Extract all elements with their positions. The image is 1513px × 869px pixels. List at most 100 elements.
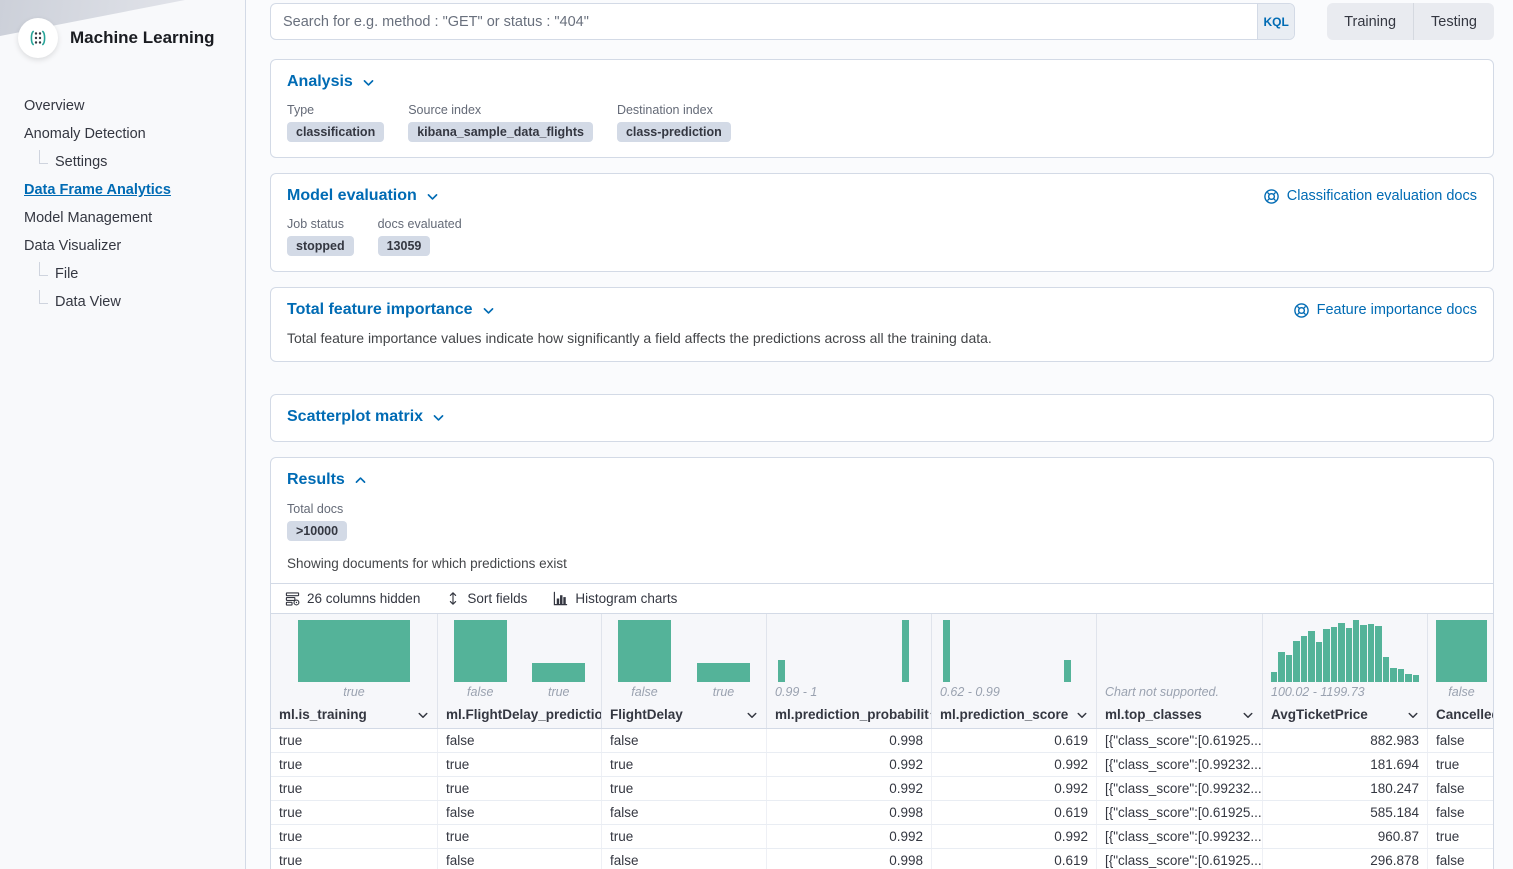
grid-column-ml-top-classes: Chart not supported.ml.top_classes — [1097, 614, 1263, 728]
cell-ml-top-classes[interactable]: [{"class_score":[0.99232... — [1097, 753, 1263, 776]
column-header-ml-prediction-score[interactable]: ml.prediction_score — [932, 701, 1096, 728]
sidebar-item-data-visualizer[interactable]: Data Visualizer — [24, 232, 245, 260]
sidebar-item-label: Data Frame Analytics — [24, 182, 171, 198]
scatterplot-matrix-title: Scatterplot matrix — [287, 408, 423, 426]
cell-avgticketprice[interactable]: 181.694 — [1263, 753, 1428, 776]
columns-hidden-label: 26 columns hidden — [307, 591, 420, 606]
sidebar-item-file[interactable]: File — [24, 260, 245, 288]
cell-cancelled[interactable]: true — [1428, 753, 1493, 776]
column-header-ml-flightdelay-predictio[interactable]: ml.FlightDelay_predictio — [438, 701, 601, 728]
column-header-ml-is-training[interactable]: ml.is_training — [271, 701, 437, 728]
column-header-flightdelay[interactable]: FlightDelay — [602, 701, 766, 728]
cell-ml-prediction-score[interactable]: 0.992 — [932, 825, 1097, 848]
cell-flightdelay[interactable]: true — [602, 777, 767, 800]
cell-ml-prediction-score[interactable]: 0.992 — [932, 753, 1097, 776]
results-data-grid: trueml.is_trainingfalsetrueml.FlightDela… — [271, 613, 1493, 869]
testing-button[interactable]: Testing — [1413, 3, 1494, 40]
table-row: truefalsefalse0.9980.619[{"class_score":… — [271, 729, 1493, 753]
sort-fields-button[interactable]: Sort fields — [446, 591, 527, 606]
column-header-ml-top-classes[interactable]: ml.top_classes — [1097, 701, 1262, 728]
cell-ml-flightdelay-predictio[interactable]: false — [438, 849, 602, 869]
cell-cancelled[interactable]: false — [1428, 777, 1493, 800]
cell-ml-top-classes[interactable]: [{"class_score":[0.61925... — [1097, 801, 1263, 824]
sidebar-item-data-view[interactable]: Data View — [24, 288, 245, 316]
cell-flightdelay[interactable]: false — [602, 729, 767, 752]
total-docs-label: Total docs — [287, 502, 1477, 516]
field-job-status: Job statusstopped — [287, 217, 354, 256]
column-histogram-label: 0.99 - 1 — [767, 682, 931, 701]
cell-ml-is-training[interactable]: true — [271, 801, 438, 824]
cell-cancelled[interactable]: false — [1428, 729, 1493, 752]
cell-ml-top-classes[interactable]: [{"class_score":[0.99232... — [1097, 777, 1263, 800]
histogram-charts-label: Histogram charts — [575, 591, 677, 606]
field-docs-evaluated: docs evaluated13059 — [378, 217, 462, 256]
cell-ml-prediction-probabilit[interactable]: 0.998 — [767, 849, 932, 869]
cell-ml-flightdelay-predictio[interactable]: false — [438, 729, 602, 752]
cell-ml-is-training[interactable]: true — [271, 825, 438, 848]
cell-ml-prediction-probabilit[interactable]: 0.992 — [767, 777, 932, 800]
analysis-panel-toggle[interactable]: Analysis — [287, 73, 375, 91]
column-histogram — [940, 620, 1088, 682]
cell-flightdelay[interactable]: false — [602, 801, 767, 824]
cell-flightdelay[interactable]: true — [602, 753, 767, 776]
cell-cancelled[interactable]: true — [1428, 825, 1493, 848]
training-button[interactable]: Training — [1327, 3, 1413, 40]
sidebar-item-settings[interactable]: Settings — [24, 148, 245, 176]
model-evaluation-panel-toggle[interactable]: Model evaluation — [287, 187, 439, 205]
table-row: truetruetrue0.9920.992[{"class_score":[0… — [271, 753, 1493, 777]
cell-avgticketprice[interactable]: 882.983 — [1263, 729, 1428, 752]
classification-evaluation-docs-link[interactable]: Classification evaluation docs — [1263, 188, 1477, 205]
cell-ml-prediction-probabilit[interactable]: 0.998 — [767, 729, 932, 752]
field-label: Type — [287, 103, 384, 117]
feature-importance-panel-toggle[interactable]: Total feature importance — [287, 301, 495, 319]
cell-ml-is-training[interactable]: true — [271, 753, 438, 776]
app-title: Machine Learning — [70, 28, 215, 48]
cell-avgticketprice[interactable]: 960.87 — [1263, 825, 1428, 848]
cell-ml-prediction-score[interactable]: 0.619 — [932, 729, 1097, 752]
results-subtitle: Showing documents for which predictions … — [287, 556, 1477, 571]
cell-ml-prediction-score[interactable]: 0.619 — [932, 801, 1097, 824]
column-histogram-label: true — [271, 682, 437, 701]
cell-ml-is-training[interactable]: true — [271, 729, 438, 752]
cell-ml-prediction-score[interactable]: 0.619 — [932, 849, 1097, 869]
cell-ml-prediction-probabilit[interactable]: 0.992 — [767, 753, 932, 776]
help-icon — [1263, 188, 1280, 205]
table-row: truetruetrue0.9920.992[{"class_score":[0… — [271, 825, 1493, 849]
cell-ml-is-training[interactable]: true — [271, 777, 438, 800]
cell-cancelled[interactable]: false — [1428, 849, 1493, 869]
cell-ml-prediction-probabilit[interactable]: 0.992 — [767, 825, 932, 848]
cell-ml-prediction-probabilit[interactable]: 0.998 — [767, 801, 932, 824]
cell-ml-flightdelay-predictio[interactable]: true — [438, 777, 602, 800]
column-header-cancelled[interactable]: Cancelled — [1428, 701, 1493, 728]
cell-avgticketprice[interactable]: 585.184 — [1263, 801, 1428, 824]
cell-ml-is-training[interactable]: true — [271, 849, 438, 869]
field-label: Destination index — [617, 103, 731, 117]
cell-flightdelay[interactable]: true — [602, 825, 767, 848]
cell-ml-flightdelay-predictio[interactable]: true — [438, 753, 602, 776]
cell-ml-top-classes[interactable]: [{"class_score":[0.61925... — [1097, 729, 1263, 752]
cell-ml-flightdelay-predictio[interactable]: true — [438, 825, 602, 848]
sidebar-item-model-management[interactable]: Model Management — [24, 204, 245, 232]
scatterplot-matrix-panel-toggle[interactable]: Scatterplot matrix — [287, 408, 445, 426]
search-input[interactable] — [270, 3, 1295, 40]
cell-ml-top-classes[interactable]: [{"class_score":[0.61925... — [1097, 849, 1263, 869]
histogram-charts-button[interactable]: Histogram charts — [553, 591, 677, 606]
kql-button[interactable]: KQL — [1257, 4, 1294, 39]
cell-ml-prediction-score[interactable]: 0.992 — [932, 777, 1097, 800]
cell-flightdelay[interactable]: false — [602, 849, 767, 869]
column-header-avgticketprice[interactable]: AvgTicketPrice — [1263, 701, 1427, 728]
sidebar-item-anomaly-detection[interactable]: Anomaly Detection — [24, 120, 245, 148]
feature-importance-docs-link[interactable]: Feature importance docs — [1293, 302, 1477, 319]
sidebar-item-data-frame-analytics[interactable]: Data Frame Analytics — [24, 176, 245, 204]
columns-hidden-button[interactable]: 26 columns hidden — [285, 591, 420, 606]
tree-line-icon — [39, 262, 48, 276]
cell-ml-top-classes[interactable]: [{"class_score":[0.99232... — [1097, 825, 1263, 848]
cell-avgticketprice[interactable]: 296.878 — [1263, 849, 1428, 869]
cell-cancelled[interactable]: false — [1428, 801, 1493, 824]
field-value-badge: kibana_sample_data_flights — [408, 122, 593, 142]
column-header-ml-prediction-probabilit[interactable]: ml.prediction_probabilit — [767, 701, 931, 728]
results-panel-toggle[interactable]: Results — [287, 471, 367, 489]
cell-avgticketprice[interactable]: 180.247 — [1263, 777, 1428, 800]
sidebar-item-overview[interactable]: Overview — [24, 92, 245, 120]
cell-ml-flightdelay-predictio[interactable]: false — [438, 801, 602, 824]
